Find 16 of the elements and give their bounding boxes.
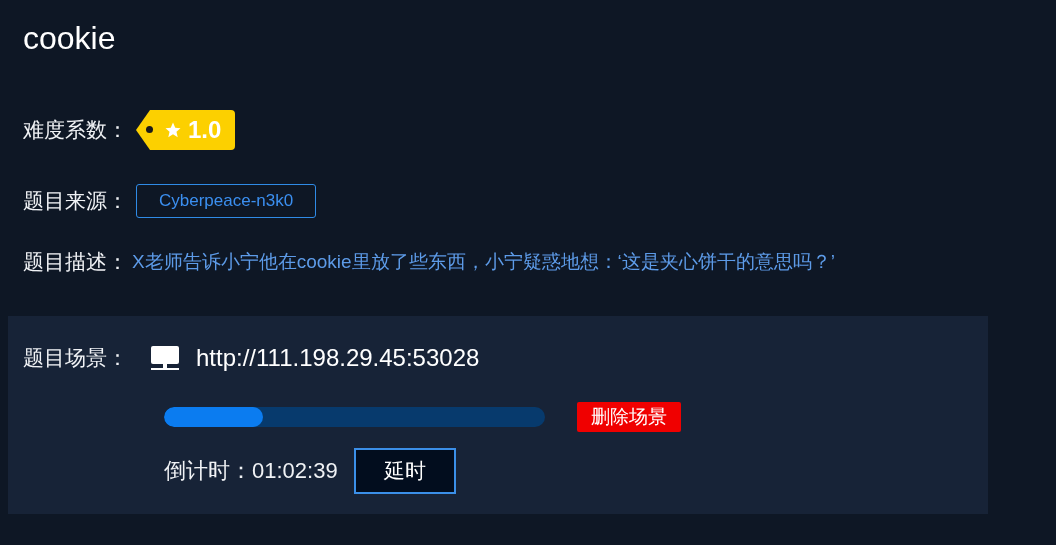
page-title: cookie — [23, 19, 117, 58]
field-label: 题目场景： — [23, 345, 128, 371]
field-label: 题目描述： — [23, 249, 128, 275]
description-text: X老师告诉小宁他在cookie里放了些东西，小宁疑惑地想：‘这是夹心饼干的意思吗？’ — [132, 250, 836, 274]
source-tag: Cyberpeace-n3k0 — [136, 184, 317, 218]
extend-button[interactable]: 延时 — [353, 448, 456, 494]
countdown-label: 倒计时： — [164, 457, 252, 485]
star-icon — [164, 121, 182, 139]
difficulty-value: 1.0 — [188, 116, 222, 144]
scene-url: http://111.198.29.45:53028 — [196, 344, 480, 372]
tag-hole-icon — [146, 126, 153, 133]
countdown-value: 01:02:39 — [252, 458, 338, 484]
monitor-icon — [150, 345, 180, 371]
delete-scene-button[interactable]: 删除场景 — [577, 402, 681, 432]
field-label: 题目来源： — [23, 188, 128, 214]
field-label: 难度系数： — [23, 117, 128, 143]
